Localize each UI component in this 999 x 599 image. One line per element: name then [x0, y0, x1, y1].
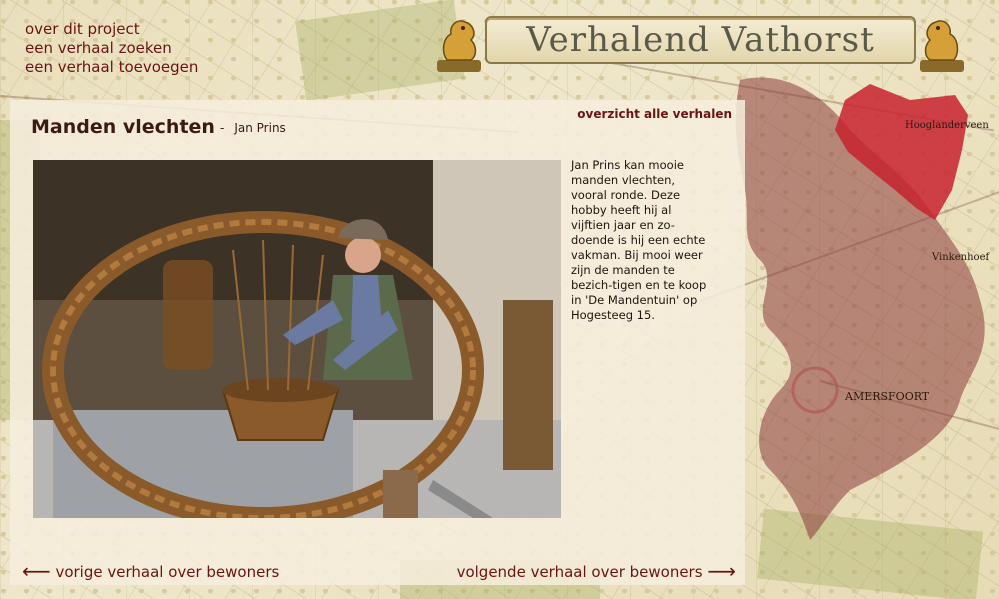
site-title: Verhalend Vathorst [526, 20, 875, 60]
vathorst-region-map: Hooglanderveen Vinkenhoef AMERSFOORT [735, 77, 990, 540]
next-story-link[interactable]: volgende verhaal over bewoners ⟶ [457, 559, 736, 583]
previous-story-link[interactable]: ⟵ vorige verhaal over bewoners [22, 559, 279, 583]
story-description: Jan Prins kan mooie manden vlechten, voo… [571, 158, 707, 322]
story-byline: - Jan Prins [220, 121, 286, 135]
main-nav: over dit project een verhaal zoeken een … [25, 20, 198, 77]
lion-emblem-left [437, 20, 481, 72]
arrow-right-icon: ⟶ [707, 559, 736, 583]
story-title: Manden vlechten [31, 116, 215, 138]
nav-about-project[interactable]: over dit project [25, 20, 198, 39]
story-photo [33, 160, 561, 518]
next-story-label: volgende verhaal over bewoners [456, 563, 703, 581]
nav-add-story[interactable]: een verhaal toevoegen [25, 58, 198, 77]
overview-all-stories-link[interactable]: overzicht alle verhalen [577, 107, 732, 121]
site-banner: Verhalend Vathorst [433, 10, 968, 82]
story-panel: Manden vlechten - Jan Prins overzicht all… [10, 100, 745, 585]
map-label-hooglanderveen: Hooglanderveen [905, 120, 989, 131]
nav-search-story[interactable]: een verhaal zoeken [25, 39, 198, 58]
arrow-left-icon: ⟵ [22, 559, 51, 583]
map-label-amersfoort: AMERSFOORT [844, 390, 930, 403]
banner-scroll: Verhalend Vathorst [485, 16, 916, 64]
byline-separator: - [220, 121, 225, 135]
previous-story-label: vorige verhaal over bewoners [55, 563, 280, 581]
map-label-vinkenhoef: Vinkenhoef [931, 252, 990, 263]
story-author: Jan Prins [234, 121, 286, 135]
lion-emblem-right [920, 20, 964, 72]
